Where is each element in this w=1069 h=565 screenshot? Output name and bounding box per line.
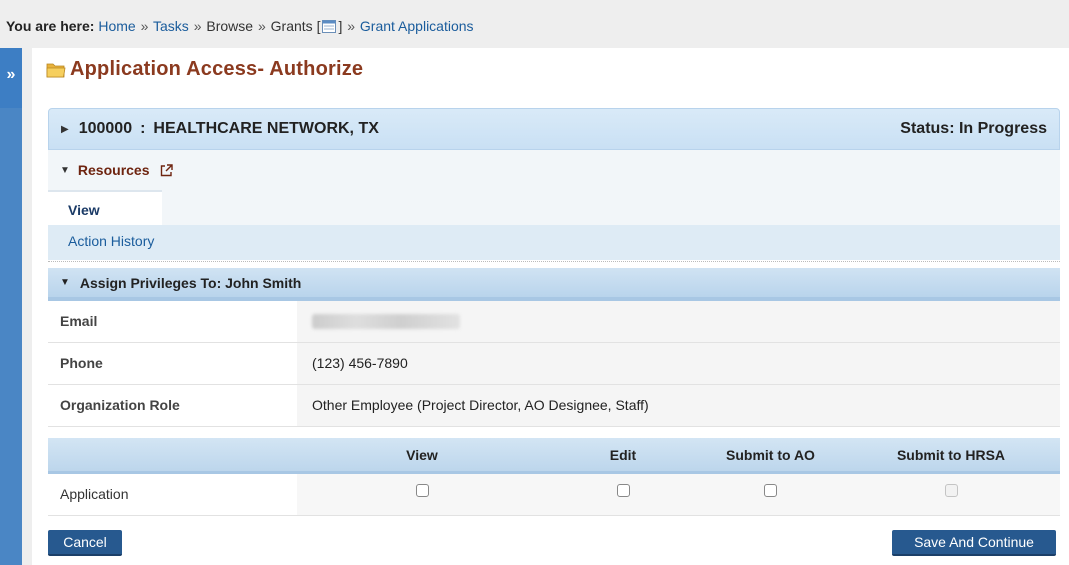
grant-name: HEALTHCARE NETWORK, TX	[153, 120, 379, 137]
column-header-submit-to-ao: Submit to AO	[726, 447, 815, 463]
info-row-organization-role: Organization Role Other Employee (Projec…	[48, 385, 1060, 427]
breadcrumb-grant-applications-link[interactable]: Grant Applications	[360, 18, 474, 34]
info-row-phone: Phone (123) 456-7890	[48, 343, 1060, 385]
row-label-application: Application	[60, 486, 129, 502]
breadcrumb-separator: »	[193, 18, 202, 34]
action-history-link[interactable]: Action History	[68, 233, 154, 249]
main-content: Application Access- Authorize ▶ 100000 :…	[32, 48, 1069, 565]
submit-ao-cell	[699, 474, 842, 515]
email-value	[297, 301, 1060, 342]
table-row: Application	[48, 474, 1060, 516]
info-row-email: Email	[48, 301, 1060, 343]
breadcrumb-label: You are here:	[6, 18, 95, 34]
email-label: Email	[48, 301, 297, 342]
view-cell	[297, 474, 547, 515]
breadcrumb-tasks-link[interactable]: Tasks	[153, 18, 189, 34]
divider	[48, 261, 1060, 262]
column-header-edit: Edit	[609, 447, 637, 463]
assign-privileges-title: Assign Privileges To: John Smith	[79, 274, 302, 291]
save-and-continue-button[interactable]: Save And Continue	[892, 530, 1056, 556]
breadcrumb-separator: »	[140, 18, 149, 34]
expand-triangle-icon[interactable]: ▶	[61, 124, 69, 135]
external-link-icon[interactable]	[160, 163, 173, 177]
column-header-view: View	[406, 447, 438, 463]
tab-view[interactable]: View	[48, 190, 162, 225]
breadcrumb-browse: Browse	[206, 18, 254, 34]
calendar-icon[interactable]	[322, 20, 337, 33]
status-badge: Status: In Progress	[900, 120, 1047, 137]
user-info-table: Email Phone (123) 456-7890 Organization …	[48, 301, 1060, 427]
grant-header[interactable]: ▶ 100000 : HEALTHCARE NETWORK, TX Status…	[48, 108, 1060, 150]
organization-role-label: Organization Role	[48, 385, 297, 426]
breadcrumb-home-link[interactable]: Home	[98, 18, 135, 34]
sidebar-expand-button[interactable]: »	[0, 48, 22, 108]
collapse-triangle-icon[interactable]: ▼	[60, 165, 70, 176]
privileges-header-blank	[48, 438, 297, 471]
phone-value: (123) 456-7890	[297, 343, 1060, 384]
phone-label: Phone	[48, 343, 297, 384]
page-title: Application Access- Authorize	[46, 58, 363, 81]
privileges-header-row: View Edit Submit to AO Submit to HRSA	[48, 438, 1060, 474]
cancel-button[interactable]: Cancel	[48, 530, 122, 556]
breadcrumb-bracket-open: [	[316, 18, 321, 34]
edit-cell	[547, 474, 699, 515]
view-checkbox[interactable]	[415, 484, 429, 497]
sidebar-panel: »	[0, 48, 22, 565]
organization-role-value: Other Employee (Project Director, AO Des…	[297, 385, 1060, 426]
resources-panel: ▼ Resources View Action History	[48, 150, 1060, 260]
breadcrumb-separator: »	[257, 18, 266, 34]
breadcrumb: You are here: Home » Tasks » Browse » Gr…	[6, 18, 474, 34]
tab-action-history: Action History	[48, 225, 1060, 260]
page-title-text: Application Access- Authorize	[70, 58, 364, 80]
grant-id: 100000	[78, 120, 133, 137]
folder-icon	[46, 63, 66, 78]
breadcrumb-grants: Grants	[270, 18, 313, 34]
breadcrumb-separator: »	[347, 18, 356, 34]
resources-toggle[interactable]: ▼ Resources	[60, 162, 173, 178]
submit-to-hrsa-checkbox	[944, 484, 958, 497]
column-header-submit-to-hrsa: Submit to HRSA	[896, 447, 1006, 463]
submit-hrsa-cell	[842, 474, 1060, 515]
collapse-triangle-icon[interactable]: ▼	[60, 277, 70, 288]
assign-privileges-header[interactable]: ▼ Assign Privileges To: John Smith	[48, 268, 1060, 301]
grant-separator: :	[140, 120, 146, 137]
resources-label[interactable]: Resources	[78, 162, 150, 178]
edit-checkbox[interactable]	[616, 484, 630, 497]
privileges-table: View Edit Submit to AO Submit to HRSA Ap…	[48, 438, 1060, 516]
redacted-email	[312, 314, 460, 329]
submit-to-ao-checkbox[interactable]	[764, 484, 777, 497]
breadcrumb-bracket-close: ]	[338, 18, 343, 34]
